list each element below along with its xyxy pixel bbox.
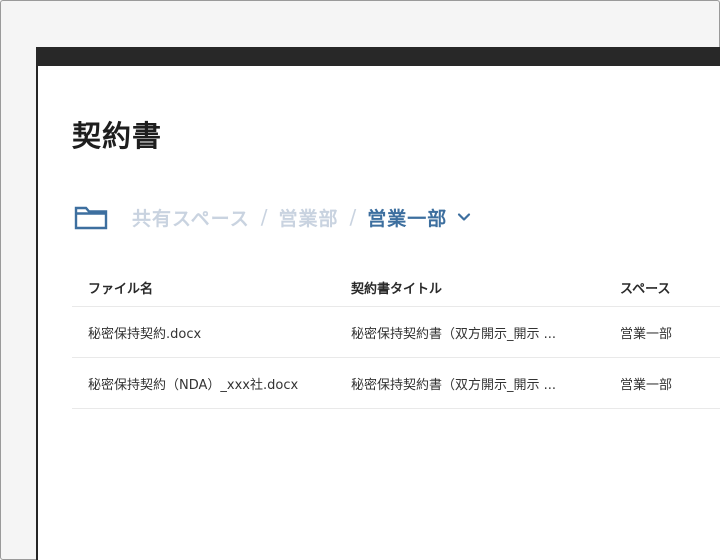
table-row[interactable]: 秘密保持契約（NDA）_xxx社.docx 秘密保持契約書（双方開示_開示 ..… [72, 358, 720, 409]
breadcrumb-item-shared-space[interactable]: 共有スペース [132, 204, 250, 231]
breadcrumb-separator: / [349, 205, 357, 229]
documents-table: ファイル名 契約書タイトル スペース 秘密保持契約.docx 秘密保持契約書（双… [72, 269, 720, 409]
cell-file-name: 秘密保持契約（NDA）_xxx社.docx [88, 377, 299, 393]
breadcrumb-item-sales-dept[interactable]: 営業部 [278, 204, 338, 231]
breadcrumb: 共有スペース / 営業部 / 営業一部 [74, 202, 471, 232]
cell-contract-title: 秘密保持契約書（双方開示_開示 ... [351, 326, 557, 342]
table-row[interactable]: 秘密保持契約.docx 秘密保持契約書（双方開示_開示 ... 営業一部 [72, 307, 720, 358]
cell-space: 営業一部 [620, 326, 673, 342]
column-header-file-name[interactable]: ファイル名 [88, 278, 153, 297]
window-topbar [36, 47, 720, 66]
cell-file-name: 秘密保持契約.docx [88, 326, 202, 342]
cell-space: 営業一部 [620, 377, 673, 393]
folder-icon[interactable] [74, 204, 108, 230]
app-window: 契約書 共有スペース / 営業部 / 営業一部 ファイル名 契約書タイトル スペ… [36, 47, 720, 560]
table-header: ファイル名 契約書タイトル スペース [72, 269, 720, 307]
page-title: 契約書 [72, 119, 163, 153]
chevron-down-icon[interactable] [457, 210, 471, 224]
breadcrumb-separator: / [260, 205, 268, 229]
column-header-contract-title[interactable]: 契約書タイトル [351, 278, 442, 297]
column-header-space[interactable]: スペース [620, 278, 670, 297]
breadcrumb-current[interactable]: 営業一部 [367, 204, 447, 231]
cell-contract-title: 秘密保持契約書（双方開示_開示 ... [351, 377, 557, 393]
